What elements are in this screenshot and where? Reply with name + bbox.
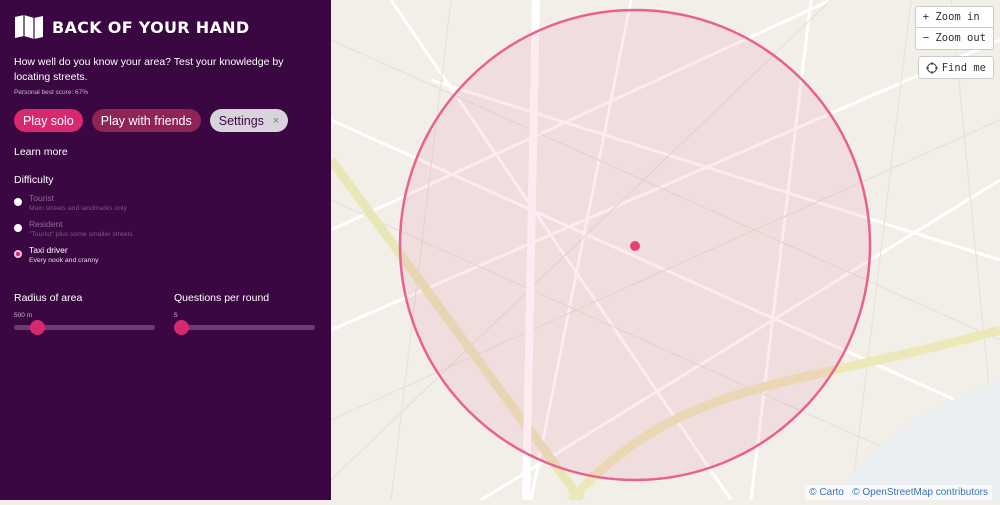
option-label: Resident — [29, 219, 63, 229]
radio-tourist[interactable] — [14, 198, 22, 206]
radio-taxi-driver[interactable] — [14, 250, 22, 258]
option-desc: Every nook and cranny — [29, 257, 99, 264]
difficulty-heading: Difficulty — [14, 174, 54, 186]
radius-slider[interactable] — [14, 320, 155, 335]
crosshair-icon — [925, 61, 938, 74]
option-label: Taxi driver — [29, 245, 68, 255]
option-desc: Main streets and landmarks only — [29, 205, 127, 212]
questions-value: 5 — [174, 312, 178, 319]
learn-more-link[interactable]: Learn more — [14, 146, 317, 158]
find-me-label: Find me — [941, 61, 986, 74]
best-score: Personal best score: 67% — [14, 89, 89, 96]
attribution: © Carto © OpenStreetMap contributors — [805, 485, 992, 500]
map-tiles — [327, 0, 1000, 504]
carto-link[interactable]: © Carto — [809, 487, 844, 498]
settings-button[interactable]: Settings × — [209, 109, 289, 132]
app-title: BACK OF YOUR HAND — [52, 17, 250, 37]
difficulty-option-resident[interactable]: Resident "Tourist" plus some smaller stre… — [14, 219, 317, 238]
play-with-friends-button[interactable]: Play with friends — [91, 109, 201, 132]
difficulty-option-tourist[interactable]: Tourist Main streets and landmarks only — [14, 193, 317, 212]
zoom-in-button[interactable]: + Zoom in — [915, 7, 993, 28]
find-me-button[interactable]: Find me — [917, 56, 994, 79]
option-desc: "Tourist" plus some smaller streets — [29, 231, 133, 238]
zoom-out-button[interactable]: − Zoom out — [916, 28, 993, 49]
radius-label: Radius of area — [14, 292, 83, 304]
questions-slider[interactable] — [174, 320, 315, 335]
questions-slider-thumb[interactable] — [174, 320, 189, 335]
close-icon[interactable]: × — [273, 115, 279, 127]
option-label: Tourist — [29, 193, 55, 203]
radius-slider-thumb[interactable] — [30, 320, 46, 335]
sidebar: BACK OF YOUR HAND How well do you know y… — [0, 0, 331, 500]
center-marker — [630, 241, 640, 251]
questions-label: Questions per round — [174, 292, 270, 304]
map[interactable]: + Zoom in − Zoom out Find me © Carto © O… — [327, 0, 1000, 504]
play-solo-button[interactable]: Play solo — [14, 109, 83, 132]
logo: BACK OF YOUR HAND — [14, 14, 317, 40]
radio-resident[interactable] — [14, 224, 22, 232]
zoom-control: + Zoom in − Zoom out — [914, 6, 994, 50]
intro-text: How well do you know your area? Test you… — [14, 56, 284, 83]
settings-label: Settings — [218, 113, 264, 128]
map-logo-icon — [15, 15, 43, 39]
radius-value: 500 m — [14, 312, 33, 319]
difficulty-option-taxi-driver[interactable]: Taxi driver Every nook and cranny — [14, 245, 317, 264]
osm-link[interactable]: © OpenStreetMap contributors — [852, 487, 988, 498]
